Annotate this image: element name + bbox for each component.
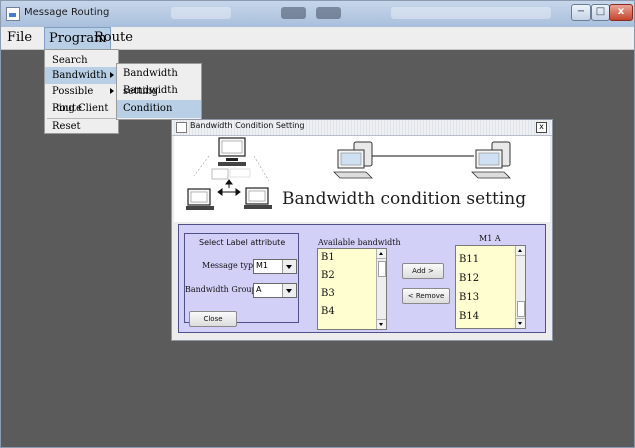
menu-item-ping-client[interactable]: Ping Client	[45, 100, 118, 117]
computer-icon	[218, 137, 246, 166]
titlebar-background-blur	[171, 7, 231, 19]
menu-item-label: Bandwidth	[52, 70, 107, 81]
scrollbar[interactable]	[376, 249, 386, 329]
condition-panel: Select Label attribute Message type M1 B…	[178, 224, 546, 333]
menu-bar: File Program Route	[1, 27, 634, 51]
submenu-item-bandwidth-update[interactable]: Bandwidth update	[117, 82, 201, 114]
dialog-menu-icon[interactable]	[176, 122, 187, 133]
app-icon	[6, 7, 20, 21]
remove-button[interactable]: < Remove	[402, 288, 450, 304]
scroll-up-icon[interactable]	[516, 246, 525, 256]
menu-item-bandwidth[interactable]: Bandwidth	[45, 67, 118, 84]
titlebar-background-blur	[391, 7, 551, 19]
scroll-up-icon[interactable]	[377, 249, 386, 259]
scroll-thumb[interactable]	[517, 301, 525, 317]
bandwidth-condition-dialog: Bandwidth Condition Setting x Bandwidth …	[171, 119, 553, 341]
label-attribute-box: Select Label attribute Message type M1 B…	[184, 233, 299, 323]
menu-route[interactable]: Route	[90, 27, 137, 49]
scrollbar[interactable]	[515, 246, 525, 328]
close-button[interactable]: x	[609, 4, 633, 21]
banner-heading: Bandwidth condition setting	[282, 189, 527, 209]
dialog-close-button[interactable]: x	[536, 122, 547, 133]
titlebar-background-blur	[281, 7, 306, 19]
list-item[interactable]: B1	[321, 252, 335, 263]
maximize-button[interactable]: □	[591, 4, 610, 21]
computer-icon	[333, 141, 474, 179]
scroll-thumb[interactable]	[378, 261, 386, 277]
window-title: Message Routing	[24, 7, 110, 18]
dialog-banner: Bandwidth condition setting	[174, 136, 550, 222]
bandwidth-group-value: A	[256, 285, 262, 294]
list-item[interactable]: B2	[321, 270, 335, 281]
list-item[interactable]: B13	[459, 292, 479, 303]
minimize-button[interactable]: −	[571, 4, 591, 21]
selected-bandwidth-title: M1 A	[479, 234, 501, 243]
available-bandwidth-title: Available bandwidth	[318, 238, 401, 247]
submenu-arrow-icon	[110, 72, 114, 78]
dialog-title: Bandwidth Condition Setting	[190, 121, 305, 130]
menu-item-reset[interactable]: Reset	[45, 118, 118, 135]
computer-icon	[244, 187, 272, 209]
list-item[interactable]: B4	[321, 306, 335, 317]
menu-item-possible-route[interactable]: Possible Route	[45, 83, 118, 114]
computer-icon	[211, 168, 251, 180]
scroll-down-icon[interactable]	[377, 319, 386, 329]
network-illustration	[186, 137, 511, 210]
bandwidth-group-label: Bandwidth Group	[185, 285, 257, 294]
chevron-down-icon[interactable]	[282, 260, 296, 273]
computer-icon	[471, 141, 511, 179]
list-item[interactable]: B3	[321, 288, 335, 299]
title-bar[interactable]: Message Routing − □ x	[1, 1, 634, 27]
scroll-down-icon[interactable]	[516, 318, 525, 328]
list-item[interactable]: B12	[459, 273, 479, 284]
bandwidth-group-select[interactable]: A	[253, 283, 297, 298]
chevron-down-icon[interactable]	[282, 284, 296, 297]
list-item[interactable]: B14	[459, 311, 479, 322]
add-button[interactable]: Add >	[402, 263, 444, 279]
submenu-item-condition[interactable]: Condition	[117, 100, 201, 118]
computer-icon	[186, 188, 214, 210]
message-type-value: M1	[256, 261, 268, 270]
label-attribute-heading: Select Label attribute	[199, 238, 286, 247]
selected-bandwidth-list[interactable]: B11 B12 B13 B14	[455, 245, 526, 329]
arrows-icon	[217, 179, 241, 196]
titlebar-background-blur	[316, 7, 341, 19]
menu-file[interactable]: File	[3, 27, 36, 49]
list-item[interactable]: B11	[459, 254, 479, 265]
bandwidth-submenu: Bandwidth setting Bandwidth update Condi…	[116, 63, 202, 120]
available-bandwidth-list[interactable]: B1 B2 B3 B4	[317, 248, 387, 330]
app-window: Message Routing − □ x File Program Route…	[0, 0, 635, 448]
close-dialog-button[interactable]: Close	[189, 311, 237, 327]
submenu-item-bandwidth-setting[interactable]: Bandwidth setting	[117, 65, 201, 97]
submenu-arrow-icon	[110, 88, 114, 94]
message-type-select[interactable]: M1	[253, 259, 297, 274]
message-type-label: Message type	[202, 261, 258, 270]
program-dropdown: Search Bandwidth Possible Route Ping Cli…	[44, 49, 119, 134]
dialog-title-bar[interactable]: Bandwidth Condition Setting x	[172, 120, 552, 136]
